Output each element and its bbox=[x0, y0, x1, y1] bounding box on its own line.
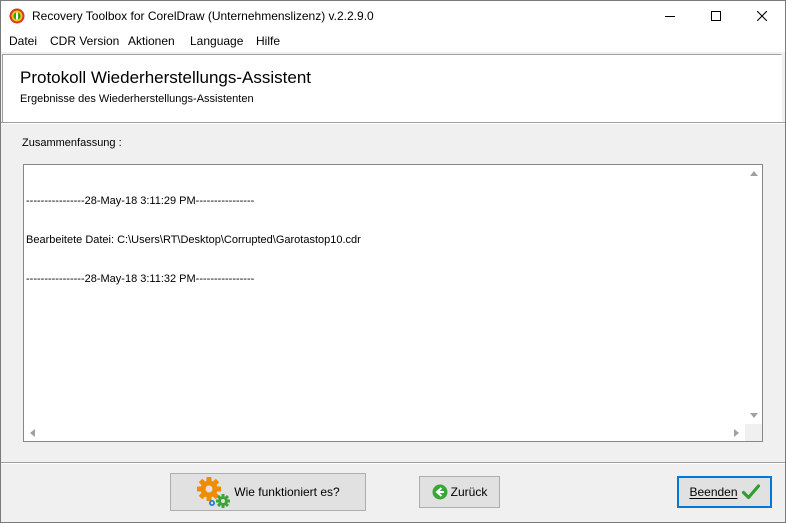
menu-language[interactable]: Language bbox=[190, 34, 243, 48]
scroll-down-icon[interactable] bbox=[745, 407, 762, 424]
back-arrow-icon bbox=[432, 484, 448, 500]
scroll-corner bbox=[745, 424, 762, 441]
menu-bar: Datei CDR Version Aktionen Language Hilf… bbox=[1, 31, 785, 52]
wizard-header: Protokoll Wiederherstellungs-Assistent E… bbox=[2, 54, 782, 123]
maximize-icon bbox=[711, 11, 721, 21]
minimize-button[interactable] bbox=[647, 1, 693, 31]
scroll-left-icon[interactable] bbox=[24, 424, 41, 441]
back-button[interactable]: Zurück bbox=[419, 476, 500, 508]
how-it-works-label: Wie funktioniert es? bbox=[234, 485, 340, 499]
scroll-up-icon[interactable] bbox=[745, 165, 762, 182]
app-window: Recovery Toolbox for CorelDraw (Unterneh… bbox=[0, 0, 786, 523]
maximize-button[interactable] bbox=[693, 1, 739, 31]
log-text[interactable]: ----------------28-May-18 3:11:29 PM----… bbox=[26, 169, 361, 312]
title-bar[interactable]: Recovery Toolbox for CorelDraw (Unterneh… bbox=[1, 1, 785, 31]
header-divider bbox=[1, 122, 785, 124]
close-button[interactable] bbox=[739, 1, 785, 31]
menu-hilfe[interactable]: Hilfe bbox=[256, 34, 280, 48]
horizontal-scrollbar[interactable] bbox=[24, 424, 745, 441]
minimize-icon bbox=[665, 11, 675, 21]
back-label: Zurück bbox=[450, 485, 488, 499]
log-line: ----------------28-May-18 3:11:32 PM----… bbox=[26, 273, 255, 285]
footer-divider bbox=[1, 462, 785, 464]
log-line: Bearbeitete Datei: C:\Users\RT\Desktop\C… bbox=[26, 234, 361, 246]
vertical-scrollbar[interactable] bbox=[745, 165, 762, 424]
finish-button[interactable]: Beenden bbox=[677, 476, 772, 508]
summary-label: Zusammenfassung : bbox=[22, 137, 122, 149]
finish-label: Beenden bbox=[689, 485, 738, 499]
page-subtitle: Ergebnisse des Wiederherstellungs-Assist… bbox=[20, 93, 254, 105]
how-it-works-button[interactable]: Wie funktioniert es? bbox=[170, 473, 366, 511]
app-logo-icon bbox=[9, 8, 25, 24]
page-title: Protokoll Wiederherstellungs-Assistent bbox=[20, 68, 312, 87]
log-line: ----------------28-May-18 3:11:29 PM----… bbox=[26, 195, 255, 207]
scroll-right-icon[interactable] bbox=[728, 424, 745, 441]
gears-icon bbox=[196, 476, 232, 510]
checkmark-icon bbox=[741, 484, 760, 500]
close-icon bbox=[757, 11, 767, 21]
menu-aktionen[interactable]: Aktionen bbox=[128, 34, 175, 48]
window-title: Recovery Toolbox for CorelDraw (Unterneh… bbox=[32, 9, 374, 23]
summary-log[interactable]: ----------------28-May-18 3:11:29 PM----… bbox=[23, 164, 763, 442]
menu-cdr-version[interactable]: CDR Version bbox=[50, 34, 119, 48]
menu-datei[interactable]: Datei bbox=[9, 34, 37, 48]
